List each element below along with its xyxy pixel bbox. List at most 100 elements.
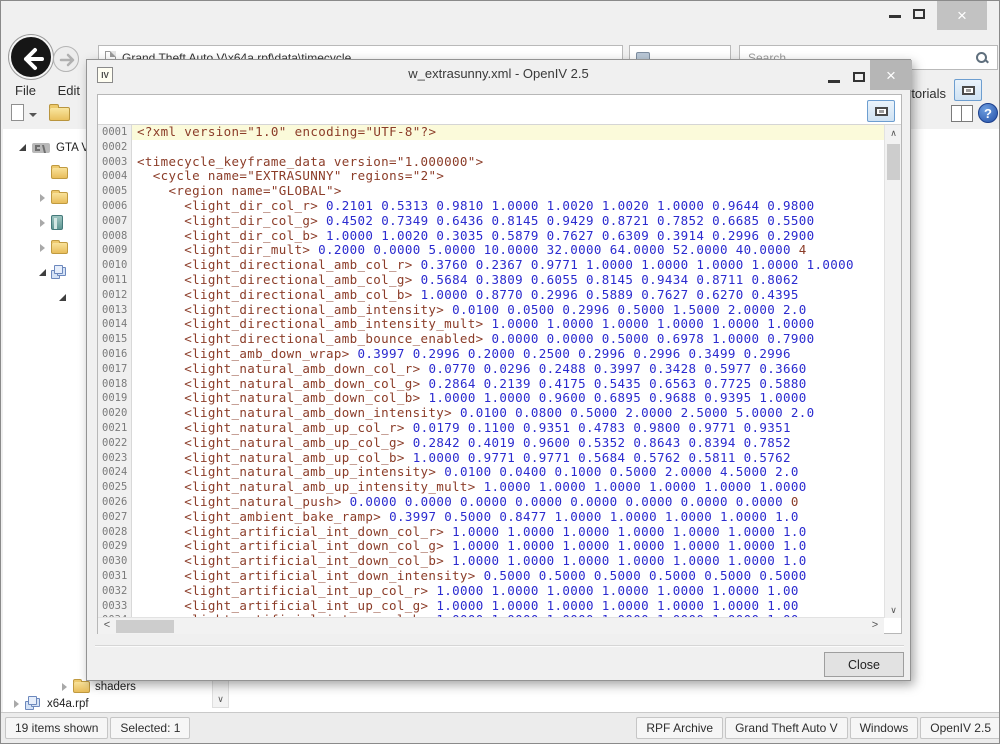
dialog-maximize-icon[interactable] — [853, 72, 865, 82]
code-line: 0018 <light_natural_amb_down_col_g> 0.28… — [98, 377, 884, 392]
code-text: <light_dir_col_g> 0.4502 0.7349 0.6436 0… — [132, 214, 884, 229]
code-text: <light_ambient_bake_ramp> 0.3997 0.5000 … — [132, 510, 884, 525]
vscroll-thumb[interactable] — [887, 144, 900, 180]
collapsed-triangle-icon[interactable] — [57, 683, 71, 691]
code-line: 0002 — [98, 140, 884, 155]
tree-item[interactable] — [3, 160, 89, 185]
code-text: <light_artificial_int_up_col_g> 1.0000 1… — [132, 599, 884, 614]
tree-item-gta-v[interactable]: GTA V — [3, 135, 89, 160]
maximize-icon[interactable] — [913, 9, 925, 19]
gtav-logo-icon — [31, 141, 51, 155]
code-line: 0008 <light_dir_col_b> 1.0000 1.0020 0.3… — [98, 229, 884, 244]
collapsed-triangle-icon[interactable] — [9, 700, 23, 708]
search-icon[interactable] — [975, 51, 989, 65]
collapsed-triangle-icon[interactable] — [35, 219, 49, 227]
code-text: <cycle name="EXTRASUNNY" regions="2"> — [132, 169, 884, 184]
fullscreen-button[interactable] — [954, 79, 982, 101]
scroll-left-icon[interactable]: < — [100, 618, 114, 634]
vertical-scrollbar[interactable]: ∧ ∨ — [884, 125, 901, 618]
dialog-close-icon[interactable]: × — [870, 60, 912, 90]
tree-item[interactable] — [3, 210, 89, 235]
expanded-triangle-icon[interactable] — [35, 269, 49, 276]
tree-item-label: x64a.rpf — [47, 698, 89, 710]
dialog-title: w_extrasunny.xml - OpenIV 2.5 — [87, 66, 910, 81]
scroll-down-icon[interactable]: ∨ — [885, 602, 902, 618]
back-button[interactable] — [9, 35, 53, 79]
code-line: 0003<timecycle_keyframe_data version="1.… — [98, 155, 884, 170]
close-button[interactable]: Close — [824, 652, 904, 677]
code-text: <light_dir_col_b> 1.0000 1.0020 0.3035 0… — [132, 229, 884, 244]
sidebar-tree-bottom: shadersx64a.rpf — [3, 678, 136, 712]
code-text — [132, 140, 884, 155]
line-number: 0004 — [98, 169, 132, 184]
code-line: 0006 <light_dir_col_r> 0.2101 0.5313 0.9… — [98, 199, 884, 214]
code-text: <light_directional_amb_col_g> 0.5684 0.3… — [132, 273, 884, 288]
collapsed-triangle-icon[interactable] — [35, 194, 49, 202]
forward-button[interactable] — [53, 46, 79, 72]
tree-item[interactable] — [3, 235, 89, 260]
code-text: <light_artificial_int_up_col_r> 1.0000 1… — [132, 584, 884, 599]
code-line: 0004 <cycle name="EXTRASUNNY" regions="2… — [98, 169, 884, 184]
rpf-cubes-icon — [25, 696, 42, 711]
help-icon[interactable]: ? — [978, 103, 998, 123]
line-number: 0015 — [98, 332, 132, 347]
tree-item[interactable] — [3, 285, 89, 310]
collapsed-triangle-icon[interactable] — [35, 244, 49, 252]
tree-item-x64a-rpf[interactable]: x64a.rpf — [3, 695, 136, 712]
close-icon[interactable]: × — [937, 1, 987, 30]
open-folder-icon[interactable] — [49, 107, 70, 121]
line-number: 0013 — [98, 303, 132, 318]
line-number: 0021 — [98, 421, 132, 436]
code-text: <light_natural_amb_down_col_r> 0.0770 0.… — [132, 362, 884, 377]
line-number: 0008 — [98, 229, 132, 244]
tree-item[interactable] — [3, 185, 89, 210]
code-text: <light_natural_amb_up_col_b> 1.0000 0.97… — [132, 451, 884, 466]
scroll-down-icon[interactable]: ∨ — [213, 692, 228, 707]
line-number: 0007 — [98, 214, 132, 229]
new-file-dropdown-icon[interactable] — [29, 113, 37, 121]
menu-file[interactable]: File — [15, 83, 36, 98]
code-line: 0024 <light_natural_amb_up_intensity> 0.… — [98, 465, 884, 480]
openiv-main-window: × Grand Theft Auto V\x64a.rpf\data\timec… — [0, 0, 1000, 744]
code-line: 0014 <light_directional_amb_intensity_mu… — [98, 317, 884, 332]
status-cell: Selected: 1 — [110, 717, 190, 739]
line-number: 0022 — [98, 436, 132, 451]
line-number: 0019 — [98, 391, 132, 406]
code-line: 0027 <light_ambient_bake_ramp> 0.3997 0.… — [98, 510, 884, 525]
line-number: 0002 — [98, 140, 132, 155]
dialog-separator — [95, 645, 904, 647]
expanded-triangle-icon[interactable] — [55, 294, 69, 301]
code-line: 0028 <light_artificial_int_down_col_r> 1… — [98, 525, 884, 540]
line-number: 0030 — [98, 554, 132, 569]
status-cell: 19 items shown — [5, 717, 108, 739]
new-file-icon[interactable] — [11, 104, 24, 121]
folder-icon — [51, 242, 68, 254]
tree-item-label: GTA V — [56, 142, 89, 154]
expanded-triangle-icon[interactable] — [15, 144, 29, 151]
minimize-icon[interactable] — [889, 15, 901, 18]
code-line: 0007 <light_dir_col_g> 0.4502 0.7349 0.6… — [98, 214, 884, 229]
line-number: 0011 — [98, 273, 132, 288]
horizontal-scrollbar[interactable]: < > — [98, 617, 884, 634]
line-number: 0026 — [98, 495, 132, 510]
viewer-fullscreen-button[interactable] — [867, 100, 895, 122]
code-line: 0015 <light_directional_amb_bounce_enabl… — [98, 332, 884, 347]
dialog-titlebar[interactable]: IV w_extrasunny.xml - OpenIV 2.5 × — [87, 60, 910, 90]
scroll-up-icon[interactable]: ∧ — [885, 125, 902, 141]
tree-item[interactable] — [3, 260, 89, 285]
xml-lines[interactable]: 0001<?xml version="1.0" encoding="UTF-8"… — [98, 125, 884, 618]
code-text: <light_artificial_int_down_col_b> 1.0000… — [132, 554, 884, 569]
code-line: 0023 <light_natural_amb_up_col_b> 1.0000… — [98, 451, 884, 466]
line-number: 0010 — [98, 258, 132, 273]
dialog-minimize-icon[interactable] — [828, 80, 840, 83]
folder-icon — [51, 192, 68, 204]
hscroll-thumb[interactable] — [116, 620, 174, 633]
code-text: <light_dir_col_r> 0.2101 0.5313 0.9810 1… — [132, 199, 884, 214]
menu-edit[interactable]: Edit — [58, 83, 80, 98]
split-view-icon[interactable] — [951, 105, 973, 122]
code-text: <light_natural_amb_down_col_g> 0.2864 0.… — [132, 377, 884, 392]
line-number: 0006 — [98, 199, 132, 214]
code-text: <light_directional_amb_col_b> 1.0000 0.8… — [132, 288, 884, 303]
code-line: 0021 <light_natural_amb_up_col_r> 0.0179… — [98, 421, 884, 436]
scroll-right-icon[interactable]: > — [868, 618, 882, 634]
